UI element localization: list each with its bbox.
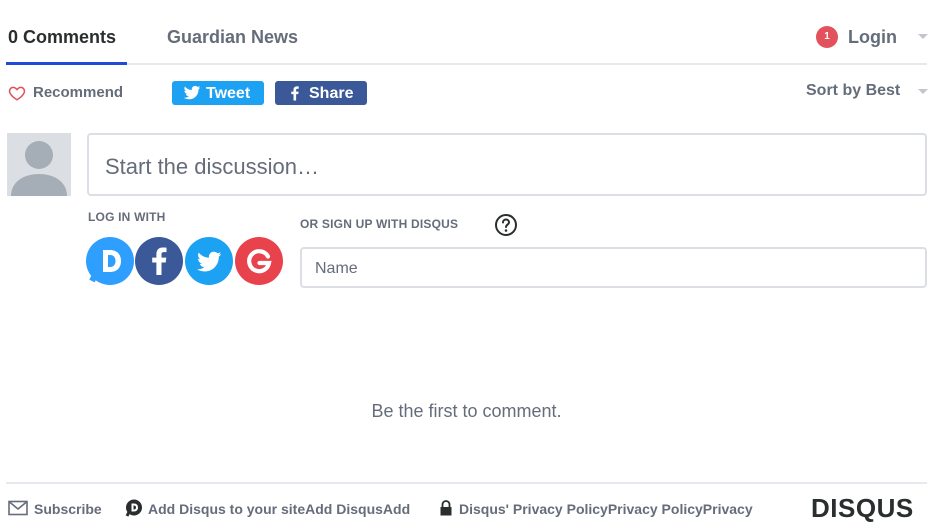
twitter-icon [183,85,201,100]
add-disqus-label[interactable]: Add Disqus to your siteAdd DisqusAdd [148,501,410,517]
tab-comments[interactable]: 0 Comments [8,27,116,48]
disqus-icon[interactable] [86,237,134,285]
notification-badge[interactable]: 1 [816,26,838,48]
chevron-down-icon[interactable] [918,89,928,94]
login-label[interactable]: Login [848,27,897,48]
facebook-icon [291,86,299,101]
comment-textarea[interactable]: Start the discussion… [87,133,927,196]
privacy-label[interactable]: Disqus' Privacy PolicyPrivacy PolicyPriv… [459,501,753,517]
facebook-icon[interactable] [135,237,183,285]
share-label: Share [309,85,354,102]
envelope-icon [8,500,28,516]
recommend-label: Recommend [33,84,124,101]
login-with-heading: LOG IN WITH [88,210,166,224]
twitter-icon[interactable] [185,237,233,285]
sort-label[interactable]: Sort by Best [806,82,900,100]
nav-divider [6,63,927,65]
avatar [7,133,71,196]
user-silhouette-icon [7,133,71,196]
heart-icon [8,86,26,101]
name-placeholder: Name [315,260,358,277]
lock-icon [440,500,452,516]
facebook-share-button[interactable]: Share [275,81,367,105]
chevron-down-icon[interactable] [918,34,928,39]
disqus-logo[interactable]: DISQUS [811,493,914,524]
footer-divider [6,482,927,484]
comment-placeholder: Start the discussion… [105,154,319,179]
subscribe-label[interactable]: Subscribe [34,501,102,517]
help-icon[interactable] [494,213,518,237]
top-nav: 0 Comments Guardian News 1 Login [0,0,933,66]
name-field[interactable]: Name [300,247,927,288]
signup-label: OR SIGN UP WITH DISQUS [300,217,459,231]
tweet-label: Tweet [206,85,251,102]
tweet-button[interactable]: Tweet [172,81,264,105]
tab-guardian-news[interactable]: Guardian News [167,27,298,48]
active-tab-indicator [6,62,127,65]
google-icon[interactable] [235,237,283,285]
disqus-small-icon [125,499,142,517]
empty-comments-message: Be the first to comment. [371,401,562,421]
